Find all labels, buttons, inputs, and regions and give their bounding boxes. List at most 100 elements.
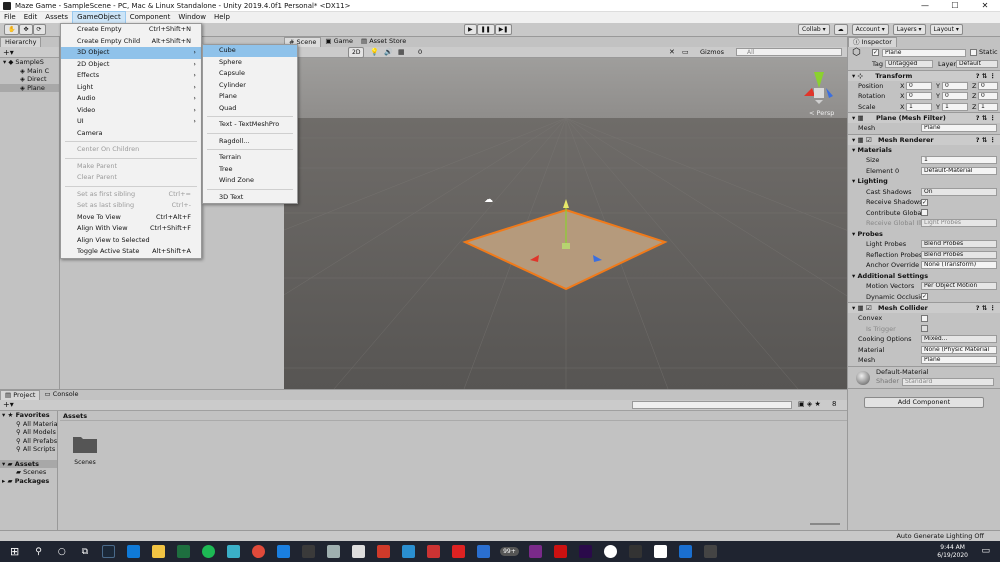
- convex-checkbox[interactable]: [921, 314, 928, 322]
- project-breadcrumb[interactable]: Assets: [60, 411, 847, 421]
- tab-console[interactable]: ▭ Console: [40, 390, 83, 400]
- submenu-item-3d-text[interactable]: 3D Text: [203, 192, 297, 204]
- tab-game[interactable]: ▣ Game: [321, 37, 357, 47]
- reflection-probes-dropdown[interactable]: Blend Probes: [921, 250, 997, 259]
- move-tool-icon[interactable]: ✥: [19, 24, 33, 35]
- app-icon[interactable]: [302, 545, 316, 558]
- app-icon[interactable]: [377, 545, 391, 558]
- steam-icon[interactable]: [102, 545, 116, 558]
- scene-render[interactable]: ☁ < Persp: [284, 58, 847, 389]
- menu-item-camera[interactable]: Camera: [61, 128, 201, 140]
- menu-edit[interactable]: Edit: [20, 12, 42, 23]
- submenu-item-wind-zone[interactable]: Wind Zone: [203, 175, 297, 187]
- effects-toggle-icon[interactable]: ▦: [398, 48, 405, 56]
- windows-start-icon[interactable]: ⊞: [10, 545, 19, 558]
- menu-item-move-to-view[interactable]: Move To View Ctrl+Alt+F: [61, 212, 201, 224]
- submenu-item-ragdoll[interactable]: Ragdoll...: [203, 136, 297, 148]
- cast-shadows-dropdown[interactable]: On: [921, 187, 997, 196]
- anchor-override-field[interactable]: None (Transform): [921, 261, 997, 269]
- menu-item-3d-object[interactable]: 3D Object ›: [61, 47, 201, 59]
- submenu-item-sphere[interactable]: Sphere: [203, 57, 297, 69]
- menu-item-create-empty-child[interactable]: Create Empty Child Alt+Shift+N: [61, 36, 201, 48]
- maximize-button[interactable]: ☐: [940, 0, 970, 12]
- menu-item-align-with-view[interactable]: Align With View Ctrl+Shift+F: [61, 223, 201, 235]
- transform-header[interactable]: ▾ ⊹ Transform ? ⇅ ⋮: [848, 69, 1000, 81]
- add-component-button[interactable]: Add Component: [864, 396, 984, 408]
- x-field[interactable]: 0: [906, 81, 932, 90]
- tag-dropdown[interactable]: Untagged: [885, 60, 933, 68]
- menu-item-create-empty[interactable]: Create Empty Ctrl+Shift+N: [61, 24, 201, 36]
- motion-vectors-dropdown[interactable]: Per Object Motion: [921, 282, 997, 290]
- app-icon[interactable]: [553, 545, 567, 558]
- dynamic-occlusion-checkbox[interactable]: ✓: [921, 293, 928, 300]
- z-field[interactable]: 0: [978, 92, 998, 100]
- excel-icon[interactable]: [177, 545, 191, 558]
- submenu-item-terrain[interactable]: Terrain: [203, 152, 297, 164]
- scenes-folder-row[interactable]: ▰ Scenes: [0, 468, 57, 477]
- y-field[interactable]: 0: [942, 92, 968, 100]
- spotify-icon[interactable]: [202, 545, 216, 558]
- pause-button[interactable]: ❚❚: [476, 24, 495, 35]
- contribute-gi-checkbox[interactable]: [921, 209, 928, 216]
- light-probes-dropdown[interactable]: Blend Probes: [921, 240, 997, 248]
- favorites-row[interactable]: ▾ ★ Favorites: [0, 411, 57, 420]
- close-button[interactable]: ✕: [970, 0, 1000, 12]
- x-field[interactable]: 0: [906, 92, 932, 100]
- mesh-collider-header[interactable]: ▾ ▦ ☑ Mesh Collider ? ⇅ ⋮: [848, 302, 1000, 313]
- filter-icons[interactable]: ▣ ◈ ★: [798, 400, 821, 408]
- component-menu-icon[interactable]: ? ⇅ ⋮: [976, 303, 996, 313]
- app-icon[interactable]: [327, 545, 341, 558]
- submenu-item-text-textmeshpro[interactable]: Text - TextMeshPro: [203, 119, 297, 131]
- rotate-tool-icon[interactable]: ⟳: [32, 24, 46, 35]
- size-field[interactable]: 1: [921, 156, 997, 164]
- tab-project[interactable]: ▤ Project: [0, 390, 41, 400]
- tree-row-scene[interactable]: ▾ ◆ SampleS: [0, 58, 59, 67]
- object-name-input[interactable]: Plane: [882, 49, 966, 57]
- z-field[interactable]: 1: [978, 102, 998, 111]
- file-explorer-icon[interactable]: [152, 545, 166, 558]
- minimize-button[interactable]: —: [910, 0, 940, 12]
- submenu-item-tree[interactable]: Tree: [203, 164, 297, 176]
- scene-viewport[interactable]: ☁ < Persp: [284, 58, 847, 389]
- project-add-icon[interactable]: +▾: [3, 400, 14, 409]
- menu-item-light[interactable]: Light ›: [61, 82, 201, 94]
- calculator-icon[interactable]: [352, 545, 366, 558]
- component-menu-icon[interactable]: ? ⇅ ⋮: [976, 135, 996, 145]
- gizmos-dropdown[interactable]: Gizmos: [700, 48, 724, 56]
- system-clock[interactable]: 9:44 AM 6/19/2020: [937, 544, 968, 560]
- packages-row[interactable]: ▸ ▰ Packages: [0, 477, 57, 486]
- hand-tool-icon[interactable]: ✋: [4, 24, 20, 35]
- premiere-icon[interactable]: [578, 545, 592, 558]
- menu-item-align-view-to-selected[interactable]: Align View to Selected: [61, 235, 201, 247]
- menu-item-ui[interactable]: UI ›: [61, 116, 201, 128]
- project-search-input[interactable]: [632, 401, 792, 409]
- layers-button[interactable]: Layers ▾: [892, 24, 926, 35]
- notion-icon[interactable]: [653, 545, 667, 558]
- 2d-toggle[interactable]: 2D: [348, 47, 365, 58]
- assets-row[interactable]: ▾ ▰ Assets: [0, 459, 57, 468]
- step-button[interactable]: ▶❚: [494, 24, 513, 35]
- tab-asset-store[interactable]: ▤ Asset Store: [356, 37, 411, 47]
- app-icon[interactable]: [452, 545, 466, 558]
- tab-hierarchy[interactable]: Hierarchy: [0, 37, 42, 47]
- submenu-item-cylinder[interactable]: Cylinder: [203, 80, 297, 92]
- mesh-renderer-header[interactable]: ▾ ▦ ☑ Mesh Renderer ? ⇅ ⋮: [848, 133, 1000, 145]
- play-button[interactable]: ▶: [464, 24, 477, 35]
- tree-row-light[interactable]: ◈ Direct: [0, 75, 59, 84]
- directional-light-icon[interactable]: ☁: [484, 195, 493, 205]
- calendar-icon[interactable]: [277, 545, 291, 558]
- app-icon[interactable]: [427, 545, 441, 558]
- cooking-options-dropdown[interactable]: Mixed...: [921, 335, 997, 343]
- submenu-item-quad[interactable]: Quad: [203, 103, 297, 115]
- task-view-icon[interactable]: ⧉: [82, 547, 88, 557]
- scene-search-input[interactable]: All: [736, 48, 842, 56]
- x-field[interactable]: 1: [906, 102, 932, 111]
- fav-all-scripts[interactable]: ⚲ All Scripts: [0, 445, 57, 454]
- element0-field[interactable]: Default-Material: [921, 166, 997, 175]
- menu-item-audio[interactable]: Audio ›: [61, 93, 201, 105]
- submenu-item-capsule[interactable]: Capsule: [203, 68, 297, 80]
- lighting-foldout[interactable]: ▾ Lighting: [848, 176, 1000, 187]
- account-button[interactable]: Account ▾: [851, 24, 889, 35]
- static-checkbox[interactable]: [970, 49, 977, 56]
- unity-icon[interactable]: [703, 545, 717, 558]
